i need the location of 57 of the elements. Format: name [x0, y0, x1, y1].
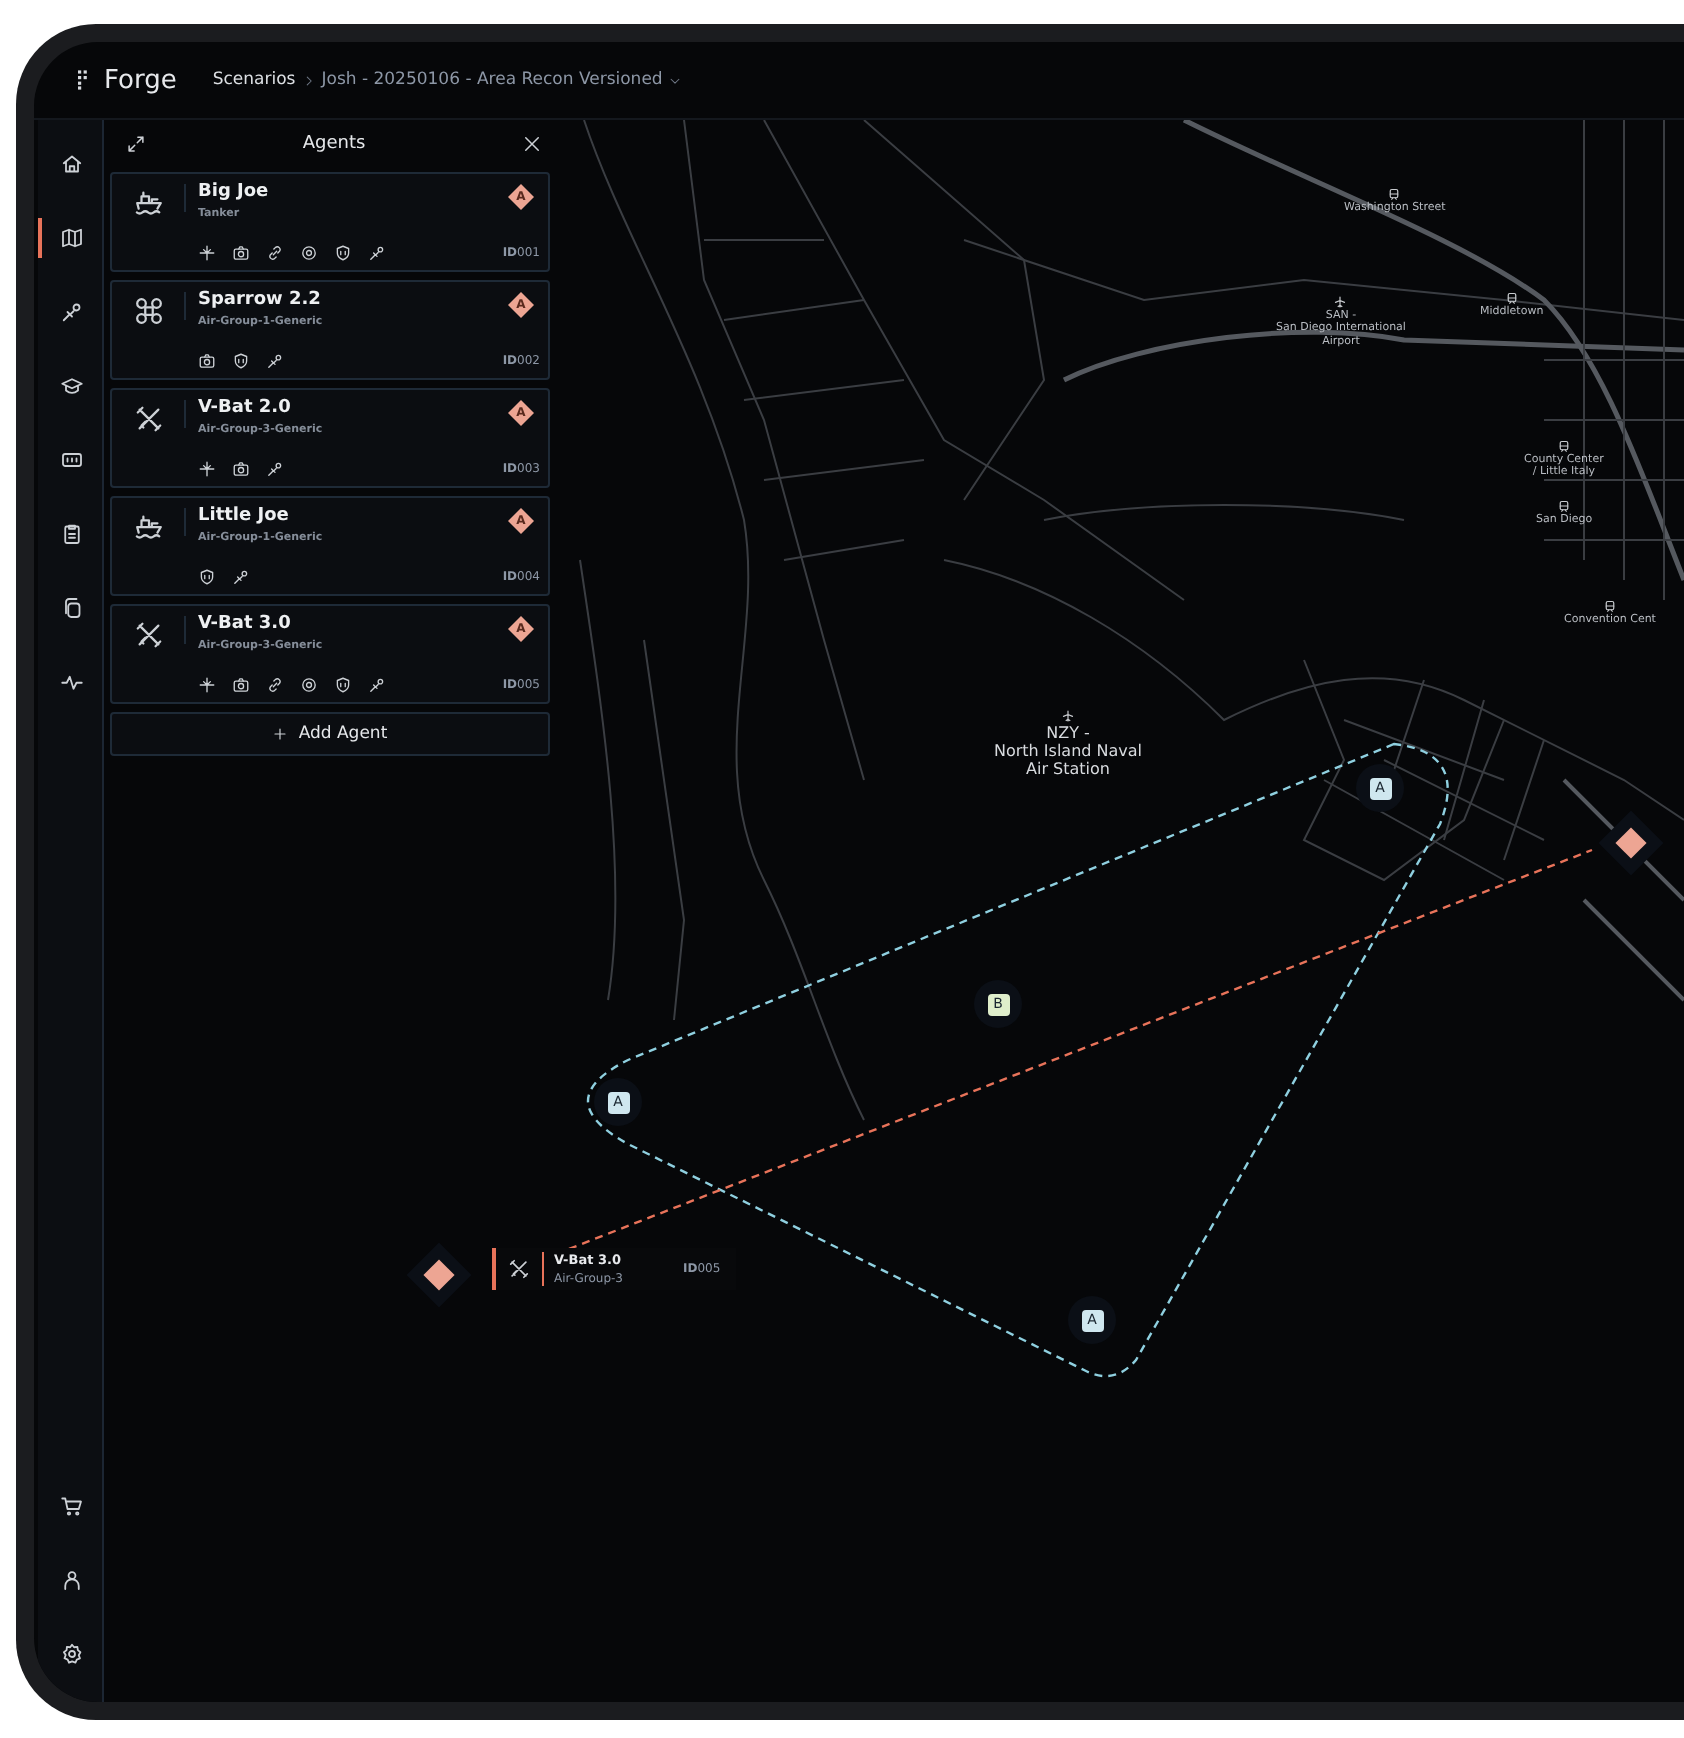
camera-icon	[198, 352, 216, 370]
pulse-icon	[60, 670, 84, 694]
crosshair-icon	[198, 676, 216, 694]
cart-icon	[60, 1494, 84, 1518]
crosshair-icon	[198, 460, 216, 478]
agent-name: Little Joe	[198, 506, 291, 526]
close-icon	[522, 134, 542, 154]
link-icon	[266, 244, 284, 262]
target-marker[interactable]	[423, 1259, 455, 1291]
add-agent-button[interactable]: Add Agent	[110, 712, 550, 756]
panel-title: Agents	[302, 134, 366, 154]
train-icon	[1558, 500, 1571, 512]
target-icon	[300, 244, 318, 262]
train-icon	[1388, 188, 1401, 200]
expand-button[interactable]	[126, 134, 146, 154]
clipboard-icon	[60, 522, 84, 546]
cap-icon	[60, 374, 84, 398]
shield-icon	[334, 244, 352, 262]
expand-icon	[126, 134, 146, 154]
shield-icon	[232, 352, 250, 370]
agent-name: V-Bat 2.0	[198, 398, 293, 418]
plus-icon	[272, 726, 289, 742]
copy-icon	[60, 596, 84, 620]
camera-icon	[232, 460, 250, 478]
agent-name: Sparrow 2.2	[198, 290, 323, 310]
camera-icon	[232, 676, 250, 694]
agent-name: Big Joe	[198, 182, 269, 202]
ship-icon	[133, 188, 163, 218]
fixed-wing-drone-icon	[133, 620, 163, 650]
map-icon	[60, 226, 84, 250]
settings-icon	[60, 1642, 84, 1666]
breadcrumb-link[interactable]: Scenarios	[212, 70, 296, 90]
user-icon	[60, 1568, 84, 1592]
chevron-right-icon	[301, 73, 316, 87]
fixed-wing-drone-icon	[133, 404, 163, 434]
shield-icon	[334, 676, 352, 694]
ship-icon	[133, 512, 163, 542]
close-button[interactable]	[522, 134, 542, 154]
chevron-down-icon	[668, 73, 683, 87]
place-label: NZY - North Island Naval Air Station	[994, 724, 1143, 780]
crosshair-icon	[198, 244, 216, 262]
link-icon	[266, 676, 284, 694]
train-icon	[1557, 440, 1570, 452]
train-icon	[1603, 600, 1616, 612]
airplane-icon	[1062, 710, 1074, 722]
home-icon	[60, 152, 84, 176]
camera-icon	[232, 244, 250, 262]
fixed-wing-drone-icon	[508, 1258, 530, 1280]
agent-name: V-Bat 3.0	[198, 614, 293, 634]
product-name: Forge	[104, 65, 177, 95]
quadcopter-icon	[133, 296, 163, 326]
airplane-icon	[1334, 296, 1347, 308]
target-marker[interactable]	[1615, 827, 1647, 859]
train-icon	[1505, 292, 1518, 304]
breadcrumb-link[interactable]: Josh - 20250106 - Area Recon Versioned	[321, 70, 663, 90]
shield-icon	[198, 568, 216, 586]
target-icon	[300, 676, 318, 694]
